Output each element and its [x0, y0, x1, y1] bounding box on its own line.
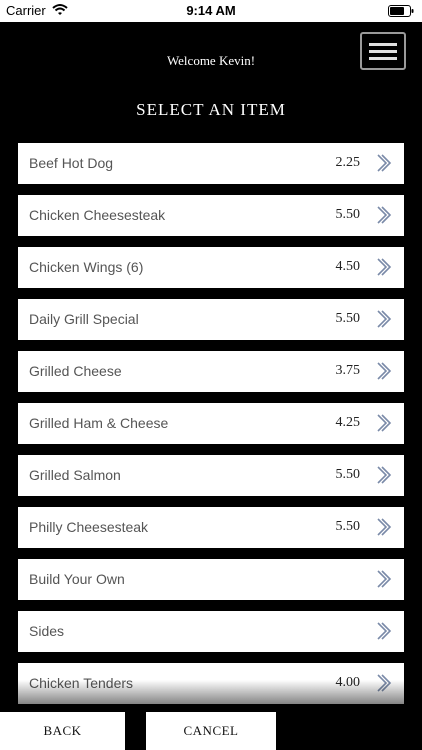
chevron-right-icon: [376, 205, 392, 230]
item-name: Grilled Ham & Cheese: [29, 415, 169, 431]
item-price: 5.50: [335, 207, 361, 222]
item-name: Build Your Own: [29, 571, 125, 587]
chevron-right-icon: [376, 517, 392, 542]
list-item[interactable]: Build Your Own: [18, 559, 404, 600]
item-price: 3.75: [335, 363, 361, 378]
chevron-right-icon: [376, 569, 392, 594]
welcome-message: Welcome Kevin!: [166, 53, 256, 68]
chevron-right-icon: [376, 309, 392, 334]
item-name: Grilled Salmon: [29, 467, 121, 483]
item-name: Daily Grill Special: [29, 311, 139, 327]
item-name: Sides: [29, 623, 65, 639]
list-item[interactable]: Chicken Cheesesteak 5.50: [18, 195, 404, 236]
list-item[interactable]: Chicken Tenders 4.00: [18, 663, 404, 704]
list-item[interactable]: Beef Hot Dog 2.25: [18, 143, 404, 184]
list-item[interactable]: Grilled Cheese 3.75: [18, 351, 404, 392]
item-name: Grilled Cheese: [29, 363, 122, 379]
battery-icon: [388, 4, 414, 22]
chevron-right-icon: [376, 465, 392, 490]
item-price: 4.25: [335, 415, 361, 430]
chevron-right-icon: [376, 413, 392, 438]
item-name: Chicken Tenders: [29, 675, 134, 691]
item-name: Beef Hot Dog: [29, 155, 114, 171]
list-item[interactable]: Grilled Salmon 5.50: [18, 455, 404, 496]
chevron-right-icon: [376, 673, 392, 698]
list-item[interactable]: Chicken Wings (6) 4.50: [18, 247, 404, 288]
list-item[interactable]: Grilled Ham & Cheese 4.25: [18, 403, 404, 444]
list-item[interactable]: Daily Grill Special 5.50: [18, 299, 404, 340]
item-price: 5.50: [335, 519, 361, 534]
item-price: 2.25: [335, 155, 361, 170]
item-name: Chicken Cheesesteak: [29, 207, 166, 223]
item-price: 4.50: [335, 259, 361, 274]
clock: 9:14 AM: [186, 3, 236, 18]
item-price: 5.50: [335, 311, 361, 326]
back-button[interactable]: BACK: [0, 712, 125, 750]
chevron-right-icon: [376, 257, 392, 282]
chevron-right-icon: [376, 621, 392, 646]
list-item[interactable]: Sides: [18, 611, 404, 652]
item-price: 4.00: [335, 675, 361, 690]
status-bar: Carrier 9:14 AM: [0, 0, 422, 22]
item-name: Philly Cheesesteak: [29, 519, 149, 535]
item-name: Chicken Wings (6): [29, 259, 144, 275]
chevron-right-icon: [376, 153, 392, 178]
page-title: SELECT AN ITEM: [136, 100, 286, 119]
menu-button[interactable]: [360, 32, 406, 70]
item-list: Beef Hot Dog 2.25 Chicken Cheesesteak 5.…: [18, 143, 404, 715]
list-item[interactable]: Philly Cheesesteak 5.50: [18, 507, 404, 548]
cancel-button[interactable]: CANCEL: [146, 712, 276, 750]
item-price: 5.50: [335, 467, 361, 482]
chevron-right-icon: [376, 361, 392, 386]
